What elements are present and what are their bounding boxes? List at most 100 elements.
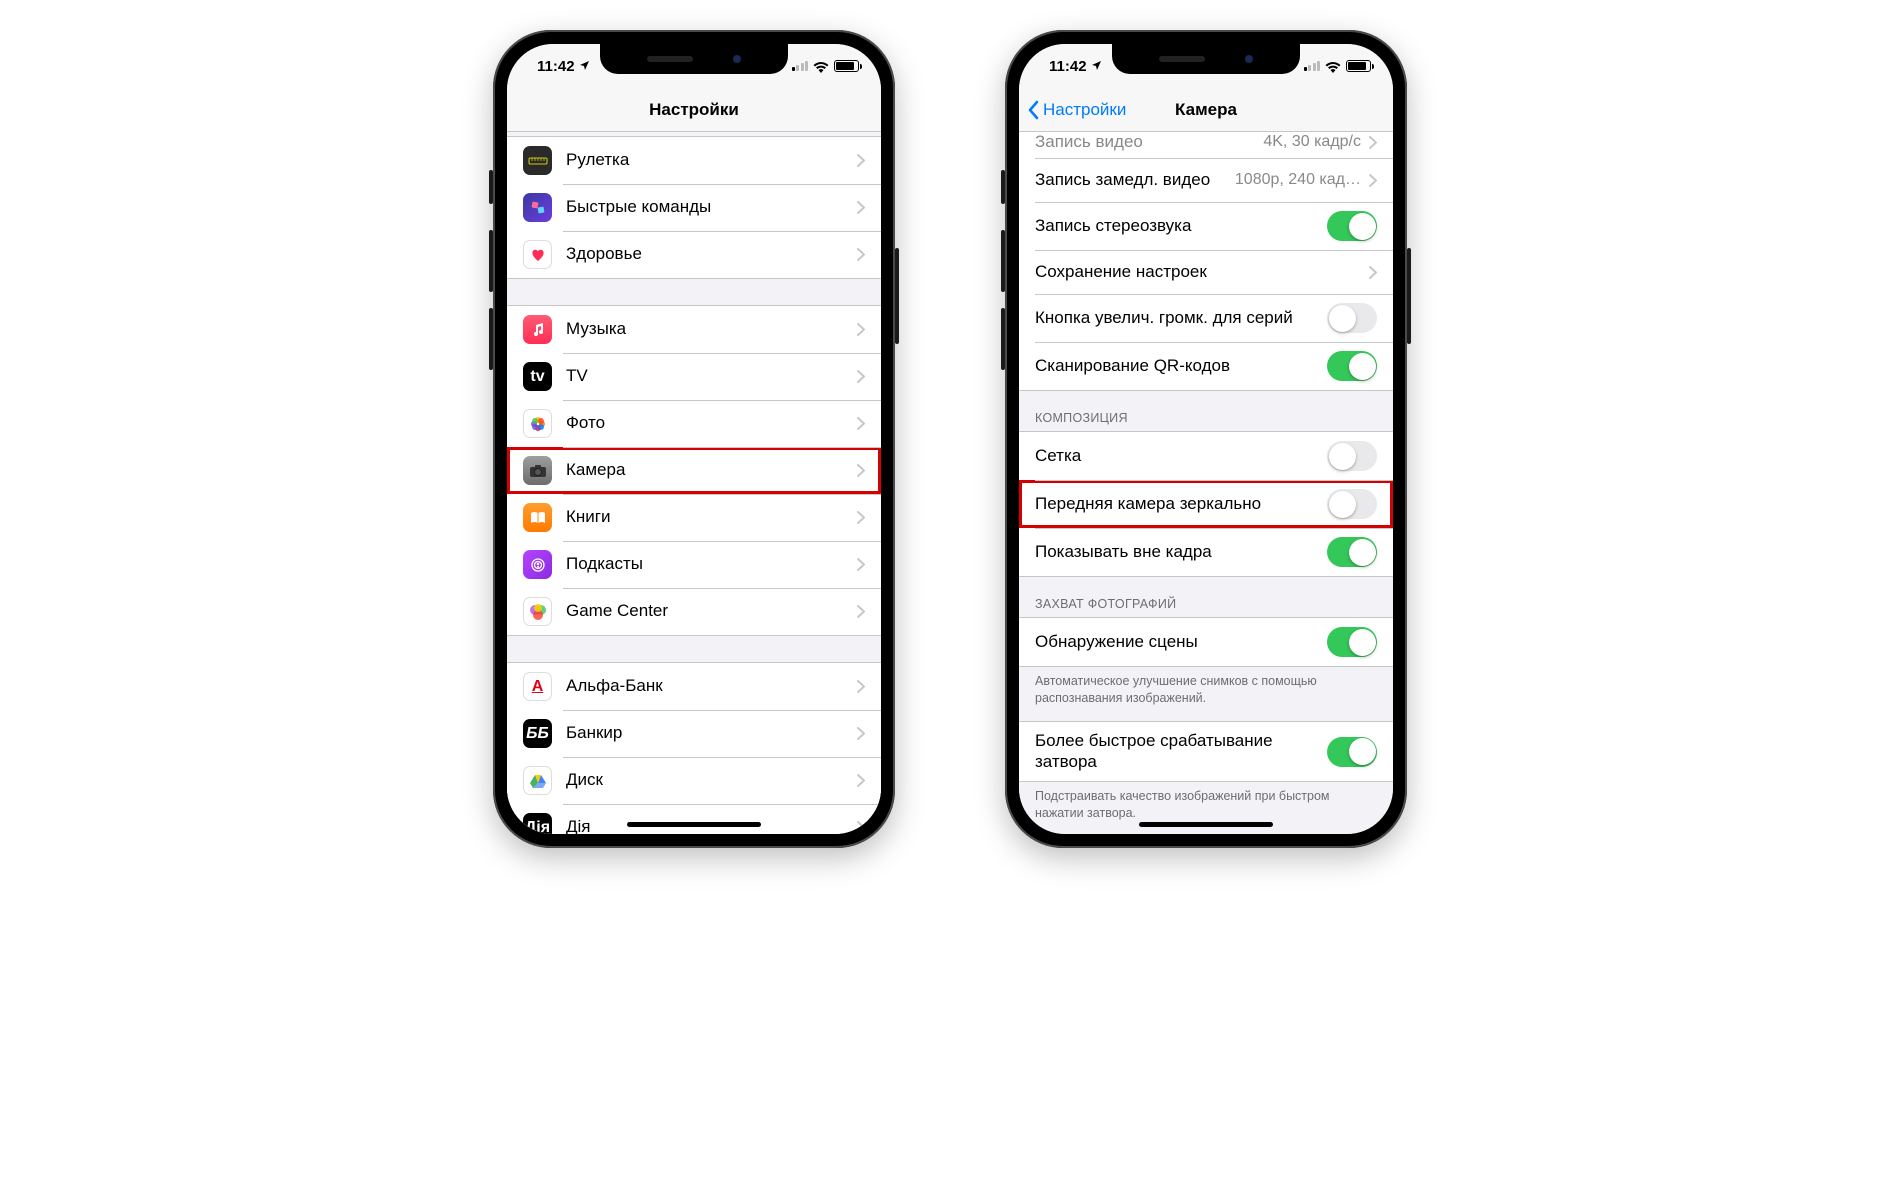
row-bankir[interactable]: ББ Банкир <box>507 710 881 757</box>
row-label: Сетка <box>1035 446 1327 466</box>
row-alfa[interactable]: А Альфа-Банк <box>507 663 881 710</box>
chevron-right-icon <box>857 323 865 336</box>
row-video-record[interactable]: Запись видео 4K, 30 кадр/с <box>1019 132 1393 158</box>
row-label: Запись видео <box>1035 132 1263 152</box>
photos-icon <box>523 409 552 438</box>
row-volume-burst[interactable]: Кнопка увелич. громк. для серий <box>1019 294 1393 342</box>
home-indicator[interactable] <box>627 822 761 827</box>
home-indicator[interactable] <box>1139 822 1273 827</box>
alfa-icon: А <box>523 672 552 701</box>
notch <box>600 44 788 74</box>
row-books[interactable]: Книги <box>507 494 881 541</box>
row-label: Музыка <box>566 319 857 339</box>
row-label: Показывать вне кадра <box>1035 542 1327 562</box>
row-scan-qr[interactable]: Сканирование QR-кодов <box>1019 342 1393 390</box>
row-faster-shutter[interactable]: Более быстрое срабатывание затвора <box>1019 722 1393 781</box>
group-capture-1: Обнаружение сцены <box>1019 617 1393 667</box>
battery-icon <box>1346 60 1371 72</box>
row-mirror-front-camera[interactable]: Передняя камера зеркально <box>1019 480 1393 528</box>
row-label: Запись замедл. видео <box>1035 170 1235 190</box>
toggle-scene-detection[interactable] <box>1327 627 1377 657</box>
toggle-grid[interactable] <box>1327 441 1377 471</box>
chevron-right-icon <box>1369 174 1377 187</box>
power-button <box>895 248 899 344</box>
row-grid[interactable]: Сетка <box>1019 432 1393 480</box>
row-label: Фото <box>566 413 857 433</box>
row-disk[interactable]: Диск <box>507 757 881 804</box>
row-stereo-audio[interactable]: Запись стереозвука <box>1019 202 1393 250</box>
chevron-right-icon <box>857 370 865 383</box>
chevron-right-icon <box>857 417 865 430</box>
row-label: Сохранение настроек <box>1035 262 1369 282</box>
toggle-view-outside-frame[interactable] <box>1327 537 1377 567</box>
row-shortcuts[interactable]: Быстрые команды <box>507 184 881 231</box>
nav-bar: Настройки Камера <box>1019 88 1393 132</box>
chevron-right-icon <box>857 464 865 477</box>
row-scene-detection[interactable]: Обнаружение сцены <box>1019 618 1393 666</box>
ruler-icon <box>523 146 552 175</box>
nav-title: Камера <box>1175 100 1237 120</box>
chevron-right-icon <box>857 605 865 618</box>
nav-title: Настройки <box>649 100 739 120</box>
row-diya[interactable]: Дія Дія <box>507 804 881 834</box>
row-view-outside-frame[interactable]: Показывать вне кадра <box>1019 528 1393 576</box>
status-time: 11:42 <box>1049 58 1087 75</box>
group-capture-2: Более быстрое срабатывание затвора <box>1019 721 1393 782</box>
row-music[interactable]: Музыка <box>507 306 881 353</box>
row-label: Диск <box>566 770 857 790</box>
back-button[interactable]: Настройки <box>1027 88 1126 131</box>
settings-list[interactable]: Рулетка Быстрые команды Здоровье <box>507 132 881 834</box>
chevron-right-icon <box>857 511 865 524</box>
row-label: Камера <box>566 460 857 480</box>
back-label: Настройки <box>1043 100 1126 120</box>
section-composition-header: КОМПОЗИЦИЯ <box>1019 391 1393 431</box>
battery-icon <box>834 60 859 72</box>
camera-settings-list[interactable]: Запись видео 4K, 30 кадр/с Запись замедл… <box>1019 132 1393 834</box>
settings-group-third-party: А Альфа-Банк ББ Банкир Диск Дія Дія <box>507 662 881 834</box>
toggle-mirror-front-camera[interactable] <box>1327 489 1377 519</box>
gamecenter-icon <box>523 597 552 626</box>
chevron-right-icon <box>857 821 865 834</box>
chevron-right-icon <box>857 680 865 693</box>
volume-up-button <box>1001 230 1005 292</box>
chevron-right-icon <box>857 774 865 787</box>
row-tv[interactable]: tv TV <box>507 353 881 400</box>
row-label: TV <box>566 366 857 386</box>
row-slomo-record[interactable]: Запись замедл. видео 1080p, 240 кад… <box>1019 158 1393 202</box>
toggle-faster-shutter[interactable] <box>1327 737 1377 767</box>
toggle-stereo-audio[interactable] <box>1327 211 1377 241</box>
phone-right: 11:42 Настройки Камера Запись видео 4K, … <box>1005 30 1407 848</box>
footer-scene-detection: Автоматическое улучшение снимков с помощ… <box>1019 667 1393 717</box>
drive-icon <box>523 766 552 795</box>
location-icon <box>579 58 590 75</box>
row-label: Более быстрое срабатывание затвора <box>1035 731 1327 772</box>
camera-icon <box>523 456 552 485</box>
group-composition: Сетка Передняя камера зеркально Показыва… <box>1019 431 1393 577</box>
chevron-right-icon <box>857 201 865 214</box>
row-podcasts[interactable]: Подкасты <box>507 541 881 588</box>
chevron-right-icon <box>1369 266 1377 279</box>
toggle-volume-burst[interactable] <box>1327 303 1377 333</box>
row-gamecenter[interactable]: Game Center <box>507 588 881 635</box>
chevron-right-icon <box>857 558 865 571</box>
shortcuts-icon <box>523 193 552 222</box>
toggle-scan-qr[interactable] <box>1327 351 1377 381</box>
row-label: Сканирование QR-кодов <box>1035 356 1327 376</box>
power-button <box>1407 248 1411 344</box>
nav-bar: Настройки <box>507 88 881 132</box>
row-photos[interactable]: Фото <box>507 400 881 447</box>
silent-switch <box>489 170 493 204</box>
row-value: 4K, 30 кадр/с <box>1263 133 1361 151</box>
row-label: Быстрые команды <box>566 197 857 217</box>
row-camera[interactable]: Камера <box>507 447 881 494</box>
row-preserve-settings[interactable]: Сохранение настроек <box>1019 250 1393 294</box>
row-label: Подкасты <box>566 554 857 574</box>
row-value: 1080p, 240 кад… <box>1235 171 1361 189</box>
notch <box>1112 44 1300 74</box>
chevron-right-icon <box>1369 136 1377 149</box>
row-ruler[interactable]: Рулетка <box>507 137 881 184</box>
status-time: 11:42 <box>537 58 575 75</box>
phone-left: 11:42 Настройки Рулетка <box>493 30 895 848</box>
row-health[interactable]: Здоровье <box>507 231 881 278</box>
volume-down-button <box>1001 308 1005 370</box>
